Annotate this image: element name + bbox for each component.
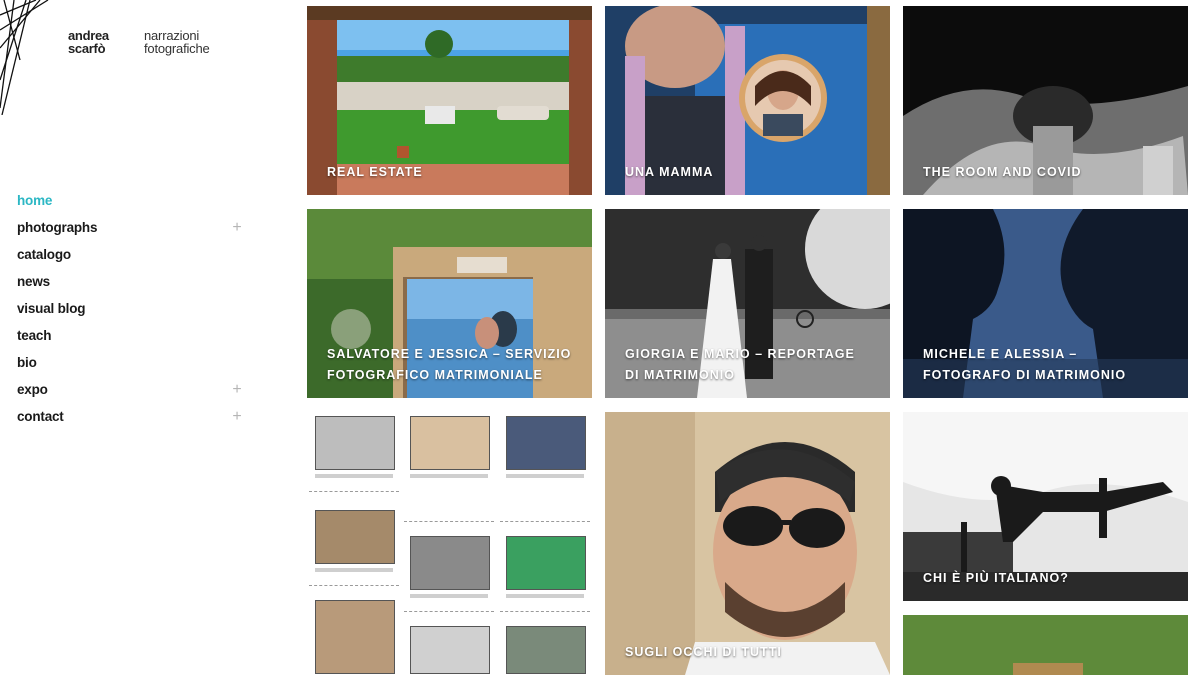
nav-label: bio (17, 355, 37, 370)
plus-icon[interactable]: + (231, 406, 243, 428)
catalogue-thumb (410, 626, 490, 674)
nav-item-bio[interactable]: bio (17, 352, 247, 379)
nav-label: home (17, 193, 53, 208)
nav-item-expo[interactable]: expo + (17, 379, 247, 406)
grass-photo (903, 615, 1188, 675)
tile-caption: GIORGIA E MARIO – REPORTAGE DI MATRIMONI… (625, 347, 855, 382)
nav-label: teach (17, 328, 52, 343)
nav-item-visual-blog[interactable]: visual blog (17, 298, 247, 325)
thumb-caption-line (410, 474, 488, 478)
sugli-occhi-photo (605, 412, 890, 675)
gallery-tile-room-covid[interactable]: THE ROOM AND COVID (903, 6, 1188, 195)
nav-item-catalogo[interactable]: catalogo (17, 244, 247, 271)
catalogue-thumb (315, 510, 395, 564)
thumb-caption-line (506, 474, 584, 478)
thumb-caption-line (315, 568, 393, 572)
gallery-tile-sugli-occhi[interactable]: SUGLI OCCHI DI TUTTI (605, 412, 890, 675)
thumb-caption-line (410, 594, 488, 598)
tile-caption: SUGLI OCCHI DI TUTTI (625, 645, 782, 659)
catalogue-thumb (315, 416, 395, 470)
gallery-tile-michele-alessia[interactable]: MICHELE E ALESSIA – FOTOGRAFO DI MATRIMO… (903, 209, 1188, 398)
nav-item-photographs[interactable]: photographs + (17, 217, 247, 244)
thumb-caption-line (506, 594, 584, 598)
catalogue-thumb (506, 536, 586, 590)
gallery-tile-salvatore-jessica[interactable]: SALVATORE E JESSICA – SERVIZIO FOTOGRAFI… (307, 209, 592, 398)
gallery-tile-catalogue[interactable] (307, 412, 592, 675)
nav-item-contact[interactable]: contact + (17, 406, 247, 433)
gallery-tile-real-estate[interactable]: REAL ESTATE (307, 6, 592, 195)
gallery-tile-grass[interactable] (903, 615, 1188, 675)
nav-label: news (17, 274, 50, 289)
catalogue-thumb (410, 536, 490, 590)
catalogue-thumb (315, 600, 395, 674)
nav-label: contact (17, 409, 64, 424)
plus-icon[interactable]: + (231, 217, 243, 239)
catalogue-thumb (506, 416, 586, 470)
main-nav: home photographs + catalogo news visual … (17, 190, 247, 433)
brand-tagline: narrazioni fotografiche (144, 29, 210, 55)
divider (500, 521, 590, 522)
nav-item-news[interactable]: news (17, 271, 247, 298)
divider (404, 611, 494, 612)
nav-label: photographs (17, 220, 98, 235)
logo-mark-icon (0, 0, 49, 115)
tile-caption: CHI È PIÙ ITALIANO? (923, 571, 1069, 585)
divider (500, 611, 590, 612)
divider (309, 491, 399, 492)
nav-label: expo (17, 382, 48, 397)
tile-caption: REAL ESTATE (327, 165, 423, 179)
brand-name-line2: scarfò (68, 41, 106, 56)
gallery-tile-chi-e-piu-italiano[interactable]: CHI È PIÙ ITALIANO? (903, 412, 1188, 601)
thumb-caption-line (315, 474, 393, 478)
nav-label: visual blog (17, 301, 86, 316)
tile-caption: SALVATORE E JESSICA – SERVIZIO FOTOGRAFI… (327, 347, 572, 382)
nav-label: catalogo (17, 247, 71, 262)
brand-tagline-line2: fotografiche (144, 41, 210, 56)
nav-item-home[interactable]: home (17, 190, 247, 217)
gallery-tile-giorgia-mario[interactable]: GIORGIA E MARIO – REPORTAGE DI MATRIMONI… (605, 209, 890, 398)
tile-caption: THE ROOM AND COVID (923, 165, 1082, 179)
plus-icon[interactable]: + (231, 379, 243, 401)
gallery-tile-una-mamma[interactable]: UNA MAMMA (605, 6, 890, 195)
sidebar: andrea scarfò narrazioni fotografiche ho… (0, 0, 300, 675)
nav-item-teach[interactable]: teach (17, 325, 247, 352)
catalogue-thumb (410, 416, 490, 470)
brand-logo[interactable]: andrea scarfò (68, 29, 109, 55)
divider (404, 521, 494, 522)
divider (309, 585, 399, 586)
catalogue-thumb (506, 626, 586, 674)
gallery-grid: REAL ESTATE UNA MAMMA THE ROOM AND COVID… (307, 6, 1192, 675)
tile-caption: UNA MAMMA (625, 165, 714, 179)
tile-caption: MICHELE E ALESSIA – FOTOGRAFO DI MATRIMO… (923, 347, 1127, 382)
